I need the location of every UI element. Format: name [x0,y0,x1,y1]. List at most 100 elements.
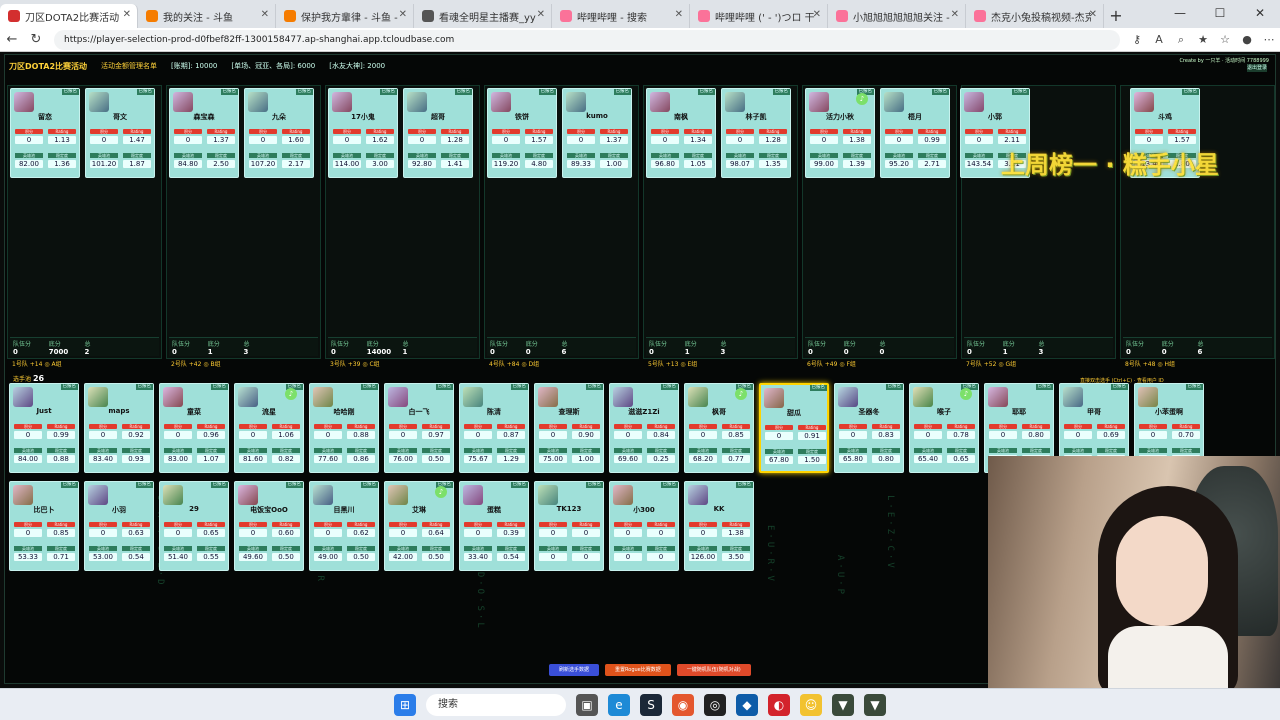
windows-start-icon[interactable]: ⊞ [394,693,416,716]
player-name: kumo [586,112,608,120]
browser-tab[interactable]: 哔哩哔哩 (' - ')つロ 干杯~✕ [690,4,828,28]
label-hero-pool: 英雄池 [567,153,595,158]
player-points: 0 [389,529,417,537]
player-card[interactable]: 已报名 Just 积分 Rating 0 0.99 英雄池 稳定度 84.00 0.88 [9,383,79,473]
label-rating: Rating [1022,424,1050,429]
player-card[interactable]: 已报名 kumo 积分 Rating 0 1.37 英雄池 稳定度 89.33 1.00 [562,88,632,178]
player-card[interactable]: 已报名 maps 积分 Rating 0 0.92 英雄池 稳定度 83.40 0.93 [84,383,154,473]
player-card[interactable]: 已报名 森宝森 积分 Rating 0 1.37 英雄池 稳定度 84.80 2.50 [169,88,239,178]
player-card[interactable]: 已报名 林子凯 积分 Rating 0 1.28 英雄池 稳定度 98.07 1.35 [721,88,791,178]
browser-tab[interactable]: 哔哩哔哩 - 搜索 ✕ [552,4,690,28]
app-icon-red[interactable]: ◐ [768,693,790,716]
app-icon-yellow[interactable]: ☺ [800,693,822,716]
player-card[interactable]: 已报名 九朵 积分 Rating 0 1.60 英雄池 稳定度 107.20 2.17 [244,88,314,178]
player-card[interactable]: 已报名 梧月 积分 Rating 0 0.99 英雄池 稳定度 95.20 2.71 [880,88,950,178]
logout-button[interactable]: 退出登录 [1247,64,1267,72]
player-card[interactable]: 已报名 甜瓜 积分 Rating 0 0.91 英雄池 稳定度 67.80 1.50 [759,383,829,473]
player-hero-pool: 95.20 [885,160,913,168]
player-card[interactable]: 已报名 超哥 积分 Rating 0 1.28 英雄池 稳定度 92.80 1.41 [403,88,473,178]
player-card[interactable]: 已报名 ♪ 艾琳 积分 Rating 0 0.64 英雄池 稳定度 42.00 0.50 [384,481,454,571]
minimize-button[interactable]: — [1160,0,1200,28]
label-hero-pool: 英雄池 [539,448,567,453]
player-card[interactable]: 已报名 滋滋Z1Zi 积分 Rating 0 0.84 英雄池 稳定度 69.60 0.25 [609,383,679,473]
taskbar-search[interactable]: 搜索 [426,693,566,716]
player-stability: 2.17 [282,160,310,168]
key-icon[interactable]: ⚷ [1126,33,1148,46]
browser-tab[interactable]: 保护我方輩律 - 斗鱼 - 看见...✕ [276,4,414,28]
close-icon[interactable]: ✕ [813,9,821,20]
player-card[interactable]: 已报名 哈哈刚 积分 Rating 0 0.88 英雄池 稳定度 77.60 0.86 [309,383,379,473]
label-hero-pool: 英雄池 [651,153,679,158]
player-card[interactable]: 已报名 童菜 积分 Rating 0 0.96 英雄池 稳定度 83.00 1.07 [159,383,229,473]
player-card[interactable]: 已报名 小羽 积分 Rating 0 0.63 英雄池 稳定度 53.00 0.54 [84,481,154,571]
app-icon-blue[interactable]: ◆ [736,693,758,716]
close-icon[interactable]: ✕ [399,9,407,20]
task-view-icon[interactable]: ▣ [576,693,598,716]
card-badge: 已报名 [360,482,378,488]
back-icon[interactable]: ← [0,32,24,47]
player-card[interactable]: 已报名 KK 积分 Rating 0 1.38 英雄池 稳定度 126.00 3.50 [684,481,754,571]
player-card[interactable]: 已报名 白一飞 积分 Rating 0 0.97 英雄池 稳定度 76.00 0.50 [384,383,454,473]
close-icon[interactable]: ✕ [261,9,269,20]
close-icon[interactable]: ✕ [1089,9,1097,20]
favorites-icon[interactable]: ☆ [1214,33,1236,46]
player-card[interactable]: 已报名 留恋 积分 Rating 0 1.13 英雄池 稳定度 82.00 1.36 [10,88,80,178]
app-icon-orange[interactable]: ◉ [672,693,694,716]
reload-icon[interactable]: ↻ [24,32,48,47]
dota2-icon[interactable]: ▼ [832,693,854,716]
browser-tab[interactable]: 看魂全明星主播赛_yy ✕ [414,4,552,28]
dota2-icon-2[interactable]: ▼ [864,693,886,716]
translate-icon[interactable]: A [1148,33,1170,46]
player-card[interactable]: 已报名 铁饼 积分 Rating 0 1.57 英雄池 稳定度 119.20 4.80 [487,88,557,178]
team-stat: 底分 0 [844,339,880,356]
player-card[interactable]: 已报名 南枫 积分 Rating 0 1.34 英雄池 稳定度 96.80 1.05 [646,88,716,178]
card-badge: 已报名 [379,89,397,95]
player-card[interactable]: 已报名 陈清 积分 Rating 0 0.87 英雄池 稳定度 75.67 1.29 [459,383,529,473]
profile-avatar[interactable]: ● [1236,33,1258,46]
browser-tab[interactable]: 小旭旭旭旭旭旭关注 - 小旭旭✕ [828,4,966,28]
player-card[interactable]: 已报名 17小鬼 积分 Rating 0 1.62 英雄池 稳定度 114.00 3.00 [328,88,398,178]
close-window-button[interactable]: ✕ [1240,0,1280,28]
browser-tab[interactable]: 刀区DOTA2比赛活动 ✕ [0,4,138,28]
close-icon[interactable]: ✕ [675,9,683,20]
close-icon[interactable]: ✕ [951,9,959,20]
player-name: 目黑川 [333,506,355,514]
more-menu-icon[interactable]: ⋯ [1258,33,1280,46]
player-card[interactable]: 已报名 圣器冬 积分 Rating 0 0.83 英雄池 稳定度 65.80 0.80 [834,383,904,473]
new-tab-button[interactable]: + [1104,4,1128,28]
url-field[interactable]: https://player-selection-prod-d0fbef82ff… [54,29,1120,50]
browser-tab[interactable]: 杰克小兔投稿视频-杰克小兔✕ [966,4,1104,28]
player-card[interactable]: 已报名 ♪ 喉子 积分 Rating 0 0.78 英雄池 稳定度 65.40 0.65 [909,383,979,473]
team-stat-value: 0 [843,348,849,356]
obs-icon[interactable]: ◎ [704,693,726,716]
player-card[interactable]: 已报名 29 积分 Rating 0 0.65 英雄池 稳定度 51.40 0.55 [159,481,229,571]
team-name: 2号队 +42 ◎ B组 [171,359,221,368]
maximize-button[interactable]: ☐ [1200,0,1240,28]
zoom-icon[interactable]: ⌕ [1170,33,1192,47]
bookmark-star-icon[interactable]: ★ [1192,33,1214,46]
player-card[interactable]: 已报名 目黑川 积分 Rating 0 0.62 英雄池 稳定度 49.00 0.50 [309,481,379,571]
player-card[interactable]: 已报名 ♪ 活力小秋 积分 Rating 0 1.38 英雄池 稳定度 99.00 1.39 [805,88,875,178]
player-card[interactable]: 已报名 TK123 积分 Rating 0 0 英雄池 稳定度 0 0 [534,481,604,571]
player-hero-pool: 83.00 [164,455,192,463]
player-card[interactable]: 已报名 哥文 积分 Rating 0 1.47 英雄池 稳定度 101.20 1.87 [85,88,155,178]
close-icon[interactable]: ✕ [123,9,131,20]
bottom-action-button[interactable]: 一键随机队伍(随机对战) [676,664,751,676]
card-badge: 已报名 [660,482,678,488]
bottom-action-button[interactable]: 刷新选手数据 [549,664,600,676]
player-card[interactable]: 已报名 比巴卜 积分 Rating 0 0.85 英雄池 稳定度 53.33 0.71 [9,481,79,571]
steam-icon[interactable]: S [640,693,662,716]
player-card[interactable]: 已报名 ♪ 流星 积分 Rating 0 1.06 英雄池 稳定度 81.60 0.82 [234,383,304,473]
player-card[interactable]: 已报名 小300 积分 Rating 0 0 英雄池 稳定度 0 0 [609,481,679,571]
player-card[interactable]: 已报名 蛋糕 积分 Rating 0 0.39 英雄池 稳定度 33.40 0.54 [459,481,529,571]
player-avatar [13,387,33,407]
bottom-action-button[interactable]: 重置Rogue比赛数据 [605,664,671,676]
edge-browser-icon[interactable]: e [608,693,630,716]
close-icon[interactable]: ✕ [537,9,545,20]
player-card[interactable]: 已报名 ♪ 枫哥 积分 Rating 0 0.85 英雄池 稳定度 68.20 0.77 [684,383,754,473]
player-card[interactable]: 已报名 查理斯 积分 Rating 0 0.90 英雄池 稳定度 75.00 1.00 [534,383,604,473]
label-stability: 稳定度 [207,153,235,158]
browser-tab[interactable]: 我的关注 - 斗鱼 ✕ [138,4,276,28]
player-card[interactable]: 已报名 电饭宝OoO 积分 Rating 0 0.60 英雄池 稳定度 49.60 0.50 [234,481,304,571]
player-stability: 1.29 [497,455,525,463]
